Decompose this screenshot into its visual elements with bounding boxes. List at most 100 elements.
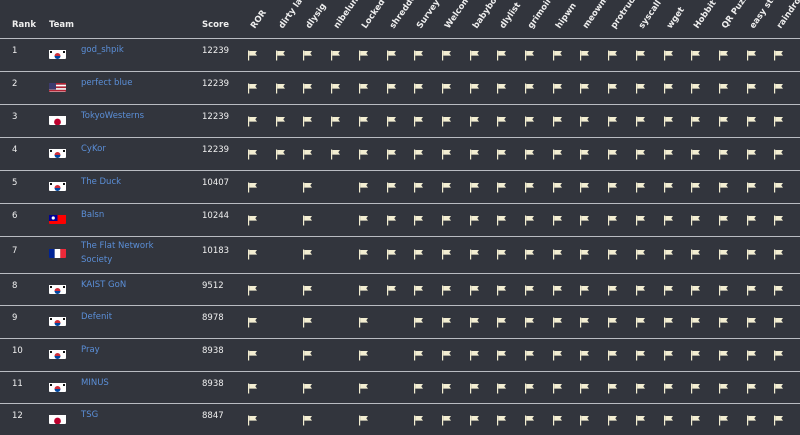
challenge-header[interactable]: Locked: [360, 0, 387, 31]
solved-flag-icon: [441, 379, 452, 390]
challenge-header[interactable]: hipwn: [554, 1, 579, 30]
solved-flag-icon: [524, 211, 535, 222]
challenge-header[interactable]: dlysig: [304, 2, 329, 31]
solved-flag-icon: [524, 145, 535, 156]
team-link[interactable]: perfect blue: [81, 76, 181, 90]
solved-flag-icon: [579, 346, 590, 357]
challenge-header[interactable]: Hobbit: [692, 0, 719, 31]
solved-flag-icon: [524, 281, 535, 292]
challenge-header[interactable]: raindrop: [775, 0, 800, 31]
solved-flag-icon: [358, 281, 369, 292]
solved-flag-icon: [773, 178, 784, 189]
solved-flag-icon: [469, 245, 480, 256]
solved-flag-icon: [663, 281, 674, 292]
country-flag-icon: [49, 179, 66, 191]
solved-flag-icon: [441, 346, 452, 357]
solved-flag-icon: [773, 79, 784, 90]
solved-flag-icon: [746, 346, 757, 357]
solved-flag-icon: [635, 281, 646, 292]
team-link[interactable]: MINUS: [81, 376, 181, 390]
challenge-header[interactable]: ROR: [249, 8, 269, 30]
solved-flag-icon: [302, 245, 313, 256]
team-link[interactable]: KAIST GoN: [81, 278, 181, 292]
solved-flag-icon: [275, 46, 286, 57]
solved-flag-icon: [469, 79, 480, 90]
solved-flag-icon: [469, 346, 480, 357]
solved-flag-icon: [552, 313, 563, 324]
solved-flag-icon: [358, 411, 369, 422]
country-flag-icon: [49, 412, 66, 424]
solved-flag-icon: [413, 346, 424, 357]
team-link[interactable]: The Duck: [81, 175, 181, 189]
solved-flag-icon: [663, 79, 674, 90]
solved-flag-icon: [441, 178, 452, 189]
solved-flag-icon: [690, 145, 701, 156]
solved-flag-icon: [773, 346, 784, 357]
solved-flag-icon: [635, 79, 646, 90]
solved-flag-icon: [635, 245, 646, 256]
challenge-header[interactable]: Survey: [415, 0, 442, 31]
solved-flag-icon: [663, 145, 674, 156]
solved-flag-icon: [746, 281, 757, 292]
team-link[interactable]: god_shpik: [81, 43, 181, 57]
solved-flag-icon: [607, 281, 618, 292]
solved-flag-icon: [690, 112, 701, 123]
solved-flag-icon: [552, 79, 563, 90]
solved-flag-icon: [552, 211, 563, 222]
team-link[interactable]: Pray: [81, 343, 181, 357]
solved-flag-icon: [441, 145, 452, 156]
solved-flag-icon: [552, 379, 563, 390]
challenge-header[interactable]: nibelung: [332, 0, 364, 31]
solved-flag-icon: [302, 379, 313, 390]
solved-flag-icon: [358, 145, 369, 156]
solved-flag-icon: [524, 411, 535, 422]
table-row: 3TokyoWesterns12239: [0, 104, 800, 138]
rank-cell: 6: [12, 211, 17, 221]
score-cell: 12239: [202, 145, 229, 155]
challenge-header[interactable]: wget: [665, 6, 687, 31]
solved-flag-icon: [358, 346, 369, 357]
solved-flag-icon: [386, 79, 397, 90]
solved-flag-icon: [746, 145, 757, 156]
team-header: Team: [49, 20, 74, 30]
team-link[interactable]: TSG: [81, 408, 181, 422]
solved-flag-icon: [607, 346, 618, 357]
team-link[interactable]: CyKor: [81, 142, 181, 156]
scoreboard-table: Rank Team Score RORdirty laundrydlysigni…: [0, 0, 800, 434]
solved-flag-icon: [386, 245, 397, 256]
team-link[interactable]: Balsn: [81, 208, 181, 222]
solved-flag-icon: [441, 79, 452, 90]
solved-flag-icon: [746, 245, 757, 256]
solved-flag-icon: [413, 211, 424, 222]
team-link[interactable]: Defenit: [81, 310, 181, 324]
solved-flag-icon: [413, 281, 424, 292]
challenge-header[interactable]: shredder: [388, 0, 421, 31]
challenge-header[interactable]: Welcome: [443, 0, 476, 31]
solved-flag-icon: [524, 346, 535, 357]
solved-flag-icon: [302, 112, 313, 123]
solved-flag-icon: [773, 411, 784, 422]
solved-flag-icon: [718, 379, 729, 390]
solved-flag-icon: [635, 145, 646, 156]
solved-flag-icon: [607, 79, 618, 90]
solved-flag-icon: [579, 245, 590, 256]
solved-flag-icon: [746, 112, 757, 123]
challenge-header[interactable]: grimoire: [526, 0, 558, 31]
solved-flag-icon: [302, 79, 313, 90]
team-link[interactable]: TokyoWesterns: [81, 109, 181, 123]
solved-flag-icon: [607, 46, 618, 57]
solved-flag-icon: [247, 112, 258, 123]
solved-flag-icon: [552, 112, 563, 123]
solved-flag-icon: [690, 79, 701, 90]
challenge-header[interactable]: dlylist: [498, 1, 523, 31]
rank-cell: 9: [12, 313, 17, 323]
solved-flag-icon: [247, 346, 258, 357]
solved-flag-icon: [413, 112, 424, 123]
challenge-header[interactable]: babybof: [471, 0, 502, 31]
solved-flag-icon: [247, 46, 258, 57]
solved-flag-icon: [358, 245, 369, 256]
team-link[interactable]: The Flat Network Society: [81, 239, 181, 267]
solved-flag-icon: [663, 346, 674, 357]
country-flag-icon: [49, 113, 66, 125]
solved-flag-icon: [746, 379, 757, 390]
